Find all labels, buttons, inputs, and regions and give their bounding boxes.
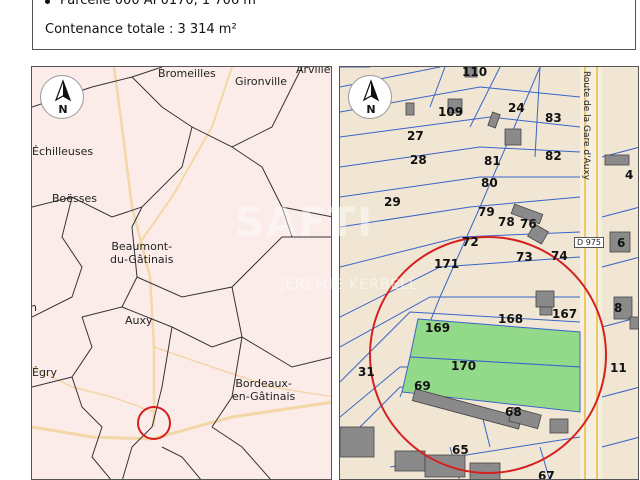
parcel-72: 72 bbox=[462, 235, 479, 249]
parcel-6: 6 bbox=[617, 236, 626, 250]
town-bromeilles: Bromeilles bbox=[158, 67, 216, 80]
parcel-line: Parcelle 000 AI 0170, 1 706 m² bbox=[44, 0, 261, 8]
parcel-24: 24 bbox=[508, 101, 525, 115]
town-echilleuses: Échilleuses bbox=[32, 145, 94, 158]
parcel-80: 80 bbox=[481, 176, 498, 190]
town-arville: Arville bbox=[296, 66, 331, 76]
parcel-110: 110 bbox=[462, 66, 488, 79]
town-egry: Égry bbox=[32, 366, 57, 379]
town-bordeaux: Bordeaux- en-Gâtinais bbox=[232, 377, 296, 403]
parcel-31: 31 bbox=[358, 365, 375, 379]
compass: N bbox=[348, 75, 392, 119]
town-boesses: Boësses bbox=[52, 192, 98, 205]
parcel-8: 8 bbox=[614, 301, 623, 315]
parcel-83: 83 bbox=[545, 111, 562, 125]
parcel-109: 109 bbox=[438, 105, 464, 119]
cadastral-map: N 110 109 24 83 27 28 81 82 4 80 29 79 7… bbox=[339, 66, 639, 480]
road-tag: D 975 bbox=[574, 237, 604, 248]
watermark-brand: SAFTI bbox=[235, 200, 375, 246]
parcel-73: 73 bbox=[516, 250, 533, 264]
watermark-agent: JEREMIE KERBELL bbox=[280, 277, 418, 293]
location-map-graphics bbox=[32, 67, 331, 479]
road-name: Route de la Gare d'Auxy bbox=[581, 71, 591, 181]
parcel-171: 171 bbox=[434, 257, 460, 271]
parcel-27: 27 bbox=[407, 129, 424, 143]
parcel-168: 168 bbox=[498, 312, 524, 326]
town-auxy: Auxy bbox=[125, 314, 153, 327]
parcel-28: 28 bbox=[410, 153, 427, 167]
parcel-65: 65 bbox=[452, 443, 469, 457]
town-gironville: Gironville bbox=[235, 75, 288, 88]
cadastral-map-graphics bbox=[340, 67, 638, 479]
compass: N bbox=[40, 75, 84, 119]
parcel-67: 67 bbox=[538, 469, 555, 480]
parcel-74: 74 bbox=[551, 249, 568, 263]
parcel-76: 76 bbox=[520, 217, 537, 231]
parcel-68: 68 bbox=[505, 405, 522, 419]
town-beaumont: Beaumont- du-Gâtinais bbox=[110, 240, 174, 266]
parcel-81: 81 bbox=[484, 154, 501, 168]
parcel-82: 82 bbox=[545, 149, 562, 163]
parcel-79: 79 bbox=[478, 205, 495, 219]
north-label: N bbox=[58, 103, 68, 116]
parcel-11: 11 bbox=[610, 361, 627, 375]
parcel-78: 78 bbox=[498, 215, 515, 229]
parcel-169: 169 bbox=[425, 321, 451, 335]
location-map: N Bromeilles Gironville Arville Échilleu… bbox=[31, 66, 332, 480]
parcel-29: 29 bbox=[384, 195, 401, 209]
parcel-4: 4 bbox=[625, 168, 634, 182]
parcel-167: 167 bbox=[552, 307, 578, 321]
total-area-line: Contenance totale : 3 314 m² bbox=[45, 22, 237, 37]
edge-label: n bbox=[32, 301, 37, 314]
parcel-69: 69 bbox=[414, 379, 431, 393]
north-label: N bbox=[366, 103, 376, 116]
parcel-170: 170 bbox=[451, 359, 477, 373]
